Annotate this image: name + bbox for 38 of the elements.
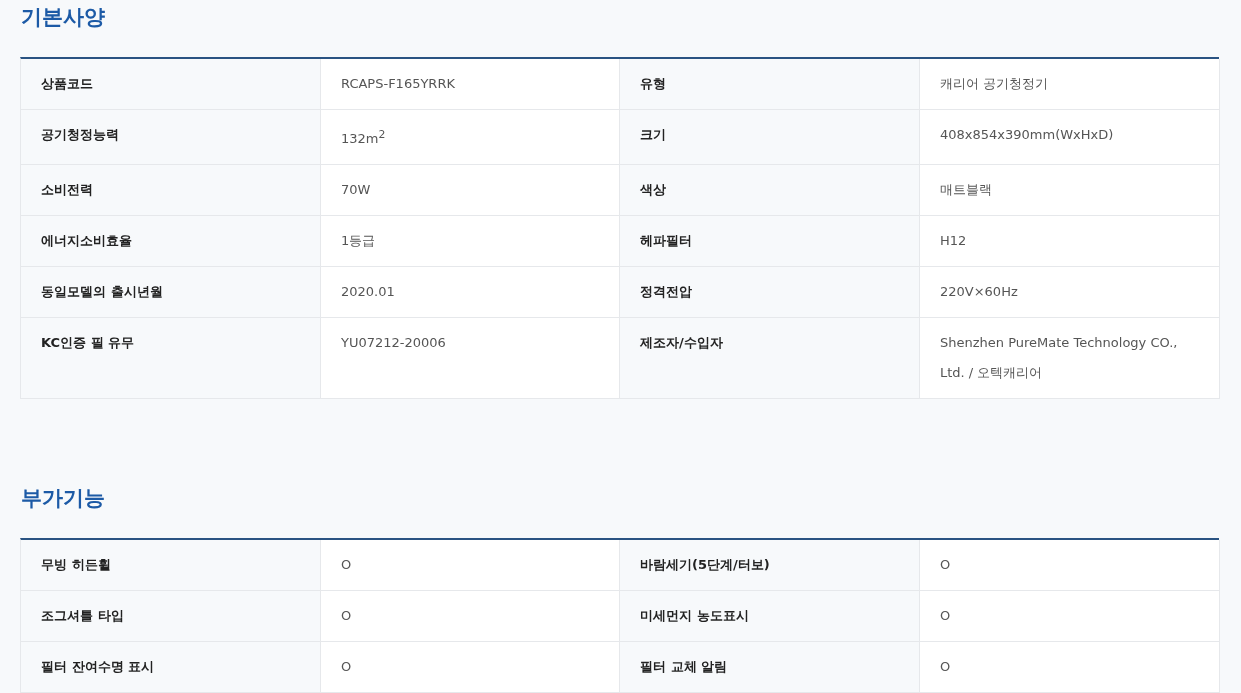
spec-label: 헤파필터 [620, 216, 920, 268]
spec-label: 필터 잔여수명 표시 [21, 642, 321, 693]
spec-value: 캐리어 공기청정기 [920, 59, 1220, 110]
spec-label: 조그셔틀 타입 [21, 591, 321, 643]
spec-value: O [920, 591, 1220, 643]
spec-label: 유형 [620, 59, 920, 110]
spec-label: 필터 교체 알림 [620, 642, 920, 693]
spec-value: H12 [920, 216, 1220, 268]
spec-value: 2020.01 [321, 267, 620, 319]
spec-value: O [920, 642, 1220, 693]
spec-label: KC인증 필 유무 [21, 318, 321, 400]
spec-value: O [321, 642, 620, 693]
spec-label: 동일모델의 출시년월 [21, 267, 321, 319]
spec-label: 소비전력 [21, 165, 321, 217]
spec-label: 무빙 히든휠 [21, 540, 321, 592]
spec-label: 공기청정능력 [21, 110, 321, 166]
spec-value: 132m$^{2}$ [321, 110, 620, 166]
section-title: 부가기능 [20, 485, 106, 513]
spec-value: 70W [321, 165, 620, 217]
spec-value: Shenzhen PureMate Technology CO., Ltd. / 오텍캐리어 [920, 318, 1220, 400]
spec-label: 색상 [620, 165, 920, 217]
spec-value: RCAPS-F165YRRK [321, 59, 620, 110]
spec-value: 220V×60Hz [920, 267, 1220, 319]
spec-label: 크기 [620, 110, 920, 166]
spec-label: 에너지소비효율 [21, 216, 321, 268]
spec-label: 정격전압 [620, 267, 920, 319]
spec-label: 바람세기(5단계/터보) [620, 540, 920, 592]
spec-value: 1등급 [321, 216, 620, 268]
spec-label: 미세먼지 농도표시 [620, 591, 920, 643]
spec-label: 제조자/수입자 [620, 318, 920, 400]
spec-label: 상품코드 [21, 59, 321, 110]
section-title: 기본사양 [20, 4, 106, 31]
spec-value: 매트블랙 [920, 165, 1220, 217]
spec-value: O [920, 540, 1220, 592]
spec-value: O [321, 540, 620, 592]
spec-value: YU07212-20006 [321, 318, 620, 400]
spec-value: O [321, 591, 620, 643]
spec-value: 408x854x390mm(WxHxD) [920, 110, 1220, 166]
